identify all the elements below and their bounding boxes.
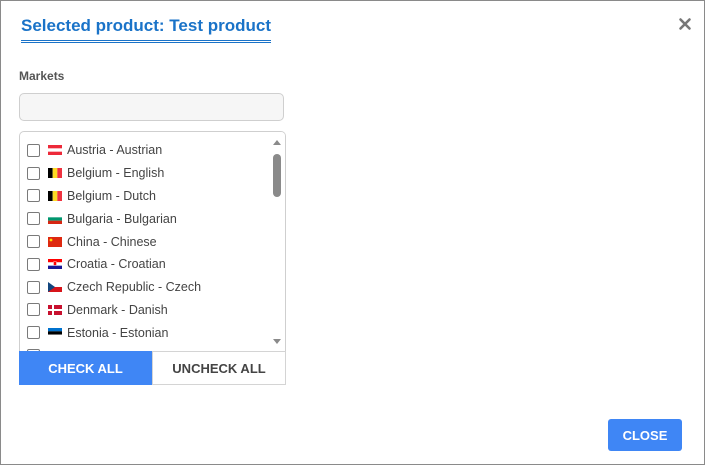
checkbox[interactable] (27, 235, 40, 249)
dialog-title: Selected product: Test product (21, 15, 271, 43)
checkbox[interactable] (27, 280, 40, 294)
markets-list-items: Austria - Austrian Belgium - English Bel… (20, 139, 269, 351)
list-item[interactable]: Belgium - English (20, 162, 269, 185)
flag-china-icon (48, 236, 62, 247)
list-scrollbar[interactable] (269, 132, 285, 351)
flag-austria-icon (48, 145, 62, 156)
checkbox[interactable] (27, 326, 40, 340)
list-item-label: Belgium - English (67, 166, 165, 181)
product-dialog: Selected product: Test product Markets A… (0, 0, 705, 465)
flag-estonia-icon (48, 327, 62, 338)
flag-belgium-icon (48, 190, 62, 201)
list-item[interactable]: China - Chinese (20, 230, 269, 253)
list-item-label: Czech Republic - Czech (67, 280, 202, 295)
checkbox[interactable] (27, 303, 40, 317)
check-all-button[interactable]: CHECK ALL (19, 351, 152, 385)
scroll-thumb[interactable] (273, 154, 281, 197)
list-item[interactable]: Austria - Austrian (20, 139, 269, 162)
list-item[interactable]: Denmark - Danish (20, 299, 269, 322)
scroll-down-arrow-icon[interactable] (273, 339, 281, 344)
checkbox[interactable] (27, 166, 40, 180)
list-item[interactable]: Croatia - Croatian (20, 253, 269, 276)
list-item-label: Bulgaria - Bulgarian (67, 211, 177, 226)
uncheck-all-button[interactable]: UNCHECK ALL (152, 351, 286, 385)
list-item[interactable]: Bulgaria - Bulgarian (20, 207, 269, 230)
list-item-label: Croatia - Croatian (67, 257, 166, 272)
flag-croatia-icon (48, 259, 62, 270)
close-icon[interactable] (677, 16, 693, 32)
close-button[interactable]: CLOSE (608, 419, 682, 451)
markets-list[interactable]: Austria - Austrian Belgium - English Bel… (19, 131, 286, 351)
checkbox[interactable] (27, 212, 40, 226)
markets-label: Markets (19, 69, 65, 83)
list-item-label: China - Chinese (67, 234, 157, 249)
checkbox[interactable] (27, 143, 40, 157)
flag-denmark-icon (48, 304, 62, 315)
list-item[interactable]: Estonia - Estonian (20, 321, 269, 344)
list-item-label: Belgium - Dutch (67, 188, 156, 203)
checkbox[interactable] (27, 189, 40, 203)
flag-bulgaria-icon (48, 213, 62, 224)
markets-filter-input[interactable] (19, 93, 284, 121)
list-item-label: Denmark - Danish (67, 302, 168, 317)
list-item-partial[interactable] (20, 344, 269, 351)
scroll-up-arrow-icon[interactable] (273, 140, 281, 145)
flag-czech-republic-icon (48, 282, 62, 293)
flag-belgium-icon (48, 168, 62, 179)
list-item-label: Austria - Austrian (67, 143, 163, 158)
check-buttons: CHECK ALL UNCHECK ALL (19, 351, 286, 385)
list-item[interactable]: Czech Republic - Czech (20, 276, 269, 299)
list-item[interactable]: Belgium - Dutch (20, 185, 269, 208)
checkbox[interactable] (27, 257, 40, 271)
list-item-label: Estonia - Estonian (67, 325, 169, 340)
